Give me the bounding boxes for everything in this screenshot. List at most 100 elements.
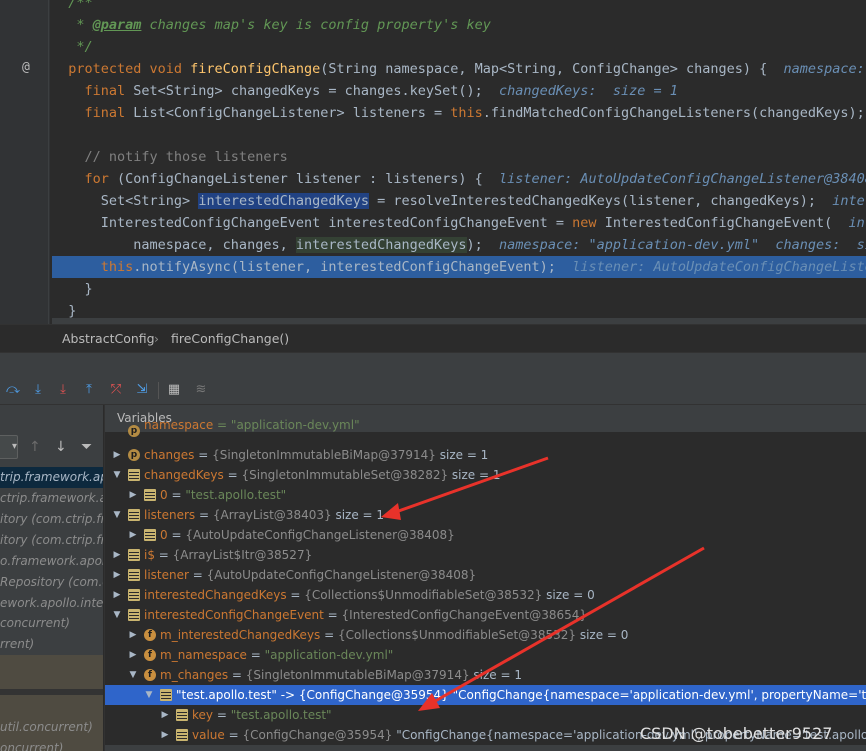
- thread-dropdown[interactable]: ▾: [0, 435, 18, 459]
- expand-triangle-icon[interactable]: ▶: [128, 485, 138, 505]
- variable-row[interactable]: ▶ listener = {AutoUpdateConfigChangeListe…: [105, 565, 866, 585]
- variable-row[interactable]: ▶ 0 = {AutoUpdateConfigChangeListener@384…: [105, 525, 866, 545]
- variable-val: "test.apollo.test": [230, 708, 332, 722]
- variable-text: changedKeys = {SingletonImmutableSet@382…: [144, 465, 501, 485]
- variable-row[interactable]: ▶ interestedChangedKeys = {Collections$Un…: [105, 585, 866, 605]
- code-token: namespace: "a: [783, 61, 865, 77]
- expand-triangle-icon[interactable]: ▶: [160, 705, 170, 725]
- frame-item[interactable]: itory (com.ctrip.fr: [0, 509, 103, 530]
- frame-item[interactable]: [0, 697, 103, 718]
- code-line[interactable]: // notify those listeners: [52, 146, 866, 168]
- collapse-triangle-icon[interactable]: ▼: [112, 605, 122, 625]
- frame-item[interactable]: Repository (com.c: [0, 572, 103, 593]
- frame-item[interactable]: trip.framework.apol: [0, 467, 103, 488]
- variable-row[interactable]: ▶ 0 = "test.apollo.test": [105, 485, 866, 505]
- code-line[interactable]: InterestedConfigChangeEvent interestedCo…: [52, 212, 866, 234]
- expand-triangle-icon[interactable]: ▶: [128, 525, 138, 545]
- variable-row[interactable]: ▼ listeners = {ArrayList@38403} size = 1: [105, 505, 866, 525]
- variable-name: m_changes: [160, 668, 229, 682]
- variable-icon: [128, 589, 140, 601]
- code-token: InterestedConfigChangeEvent interestedCo…: [52, 215, 573, 231]
- variable-row[interactable]: ▶ key = "test.apollo.test": [105, 705, 866, 725]
- code-line[interactable]: Set<String> interestedChangedKeys = reso…: [52, 190, 866, 212]
- breadcrumb-method[interactable]: fireConfigChange(): [171, 325, 289, 353]
- code-token: interes: [832, 193, 866, 209]
- code-line[interactable]: */: [52, 36, 866, 58]
- collapse-triangle-icon[interactable]: ▼: [128, 665, 138, 685]
- force-step-into-icon[interactable]: ⤓: [54, 381, 72, 399]
- frames-separator[interactable]: [0, 689, 103, 695]
- step-over-icon[interactable]: ⤼: [4, 381, 22, 399]
- collapse-triangle-icon[interactable]: ▼: [112, 505, 122, 525]
- variable-icon: [144, 489, 156, 501]
- evaluate-expression-icon[interactable]: ▦: [165, 381, 183, 399]
- variable-row[interactable]: ▶ i$ = {ArrayList$Itr@38527}: [105, 545, 866, 565]
- code-line[interactable]: /**: [52, 0, 866, 14]
- up-arrow-icon[interactable]: ↑: [29, 439, 41, 455]
- breadcrumb-class[interactable]: AbstractConfig: [62, 325, 155, 353]
- run-to-cursor-icon[interactable]: ⇲: [133, 381, 151, 399]
- expand-triangle-icon[interactable]: ▶: [112, 445, 122, 465]
- variable-name: 0: [160, 528, 168, 542]
- frame-item[interactable]: ctrip.framework.a: [0, 488, 103, 509]
- code-line[interactable]: final Set<String> changedKeys = changes.…: [52, 80, 866, 102]
- variables-horizontal-scrollbar[interactable]: [105, 745, 866, 751]
- frame-item[interactable]: o.framework.apollo: [0, 551, 103, 572]
- code-token: );: [466, 237, 500, 253]
- frame-item[interactable]: ework.apollo.intern: [0, 593, 103, 614]
- variable-row[interactable]: ▼ "test.apollo.test" -> {ConfigChange@359…: [105, 685, 866, 705]
- funnel-icon[interactable]: ⏷: [81, 439, 92, 455]
- expand-triangle-icon[interactable]: ▶: [112, 545, 122, 565]
- variable-row[interactable]: ▼ interestedConfigChangeEvent = {Interest…: [105, 605, 866, 625]
- code-line[interactable]: namespace, changes, interestedChangedKey…: [52, 234, 866, 256]
- variable-name: 0: [160, 488, 168, 502]
- variable-row[interactable]: ▼ changedKeys = {SingletonImmutableSet@38…: [105, 465, 866, 485]
- collapse-triangle-icon[interactable]: ▼: [144, 685, 154, 705]
- variable-row[interactable]: p namespace = "application-dev.yml": [105, 418, 866, 441]
- code-token: changedKeys: size = 1: [499, 83, 678, 99]
- code-editor[interactable]: @ /** * @param changes map's key is conf…: [0, 0, 866, 324]
- expand-triangle-icon[interactable]: ▶: [128, 625, 138, 645]
- variable-text: m_changes = {SingletonImmutableBiMap@379…: [160, 665, 522, 685]
- code-line[interactable]: protected void fireConfigChange(String n…: [52, 58, 866, 80]
- expand-triangle-icon[interactable]: ▶: [112, 565, 122, 585]
- variable-text: m_interestedChangedKeys = {Collections$U…: [160, 625, 628, 645]
- variable-punctuation: =: [224, 728, 243, 742]
- variable-obj: {Collections$UnmodifiableSet@38532}: [304, 588, 543, 602]
- frame-item[interactable]: [0, 655, 103, 676]
- code-token: final: [52, 105, 134, 121]
- frame-item[interactable]: itory (com.ctrip.fr: [0, 530, 103, 551]
- code-line[interactable]: * @param changes map's key is config pro…: [52, 14, 866, 36]
- editor-gutter[interactable]: [0, 0, 50, 324]
- step-into-icon[interactable]: ⤓: [29, 381, 47, 399]
- code-line[interactable]: }: [52, 278, 866, 300]
- code-line[interactable]: final List<ConfigChangeListener> listene…: [52, 102, 866, 124]
- code-token: // notify those listeners: [52, 149, 288, 165]
- breadcrumb: AbstractConfig › fireConfigChange(): [0, 324, 866, 353]
- variable-row[interactable]: ▶ f m_interestedChangedKeys = {Collections…: [105, 625, 866, 645]
- step-out-icon[interactable]: ⤒: [80, 381, 98, 399]
- code-line[interactable]: [52, 124, 866, 146]
- code-line-execution-point[interactable]: this.notifyAsync(listener, interestedCon…: [52, 256, 866, 278]
- expand-triangle-icon[interactable]: ▶: [160, 725, 170, 745]
- expand-triangle-icon[interactable]: ▶: [128, 645, 138, 665]
- variable-text: "test.apollo.test" -> {ConfigChange@3595…: [176, 685, 866, 705]
- variable-text: listener = {AutoUpdateConfigChangeListen…: [144, 565, 476, 585]
- override-marker-icon[interactable]: @: [22, 60, 30, 75]
- variable-obj: {Collections$UnmodifiableSet@38532}: [337, 628, 576, 642]
- trace-current-stream-icon[interactable]: ≋: [192, 381, 210, 399]
- code-line[interactable]: for (ConfigChangeListener listener : lis…: [52, 168, 866, 190]
- frame-item[interactable]: oncurrent): [0, 738, 103, 751]
- frame-item[interactable]: rrent): [0, 634, 103, 655]
- variable-row[interactable]: ▼ f m_changes = {SingletonImmutableBiMap@3…: [105, 665, 866, 685]
- down-arrow-icon[interactable]: ↓: [55, 439, 67, 455]
- variable-row[interactable]: ▶ f m_namespace = "application-dev.yml": [105, 645, 866, 665]
- drop-frame-icon[interactable]: ⤱: [107, 381, 125, 399]
- frame-item[interactable]: util.concurrent): [0, 717, 103, 738]
- collapse-triangle-icon[interactable]: ▼: [112, 465, 122, 485]
- expand-triangle-icon[interactable]: ▶: [112, 585, 122, 605]
- variable-val: "application-dev.yml": [264, 648, 394, 662]
- frame-item[interactable]: concurrent): [0, 613, 103, 634]
- variable-name: interestedConfigChangeEvent: [144, 608, 324, 622]
- variable-row[interactable]: ▶ p changes = {SingletonImmutableBiMap@379…: [105, 445, 866, 465]
